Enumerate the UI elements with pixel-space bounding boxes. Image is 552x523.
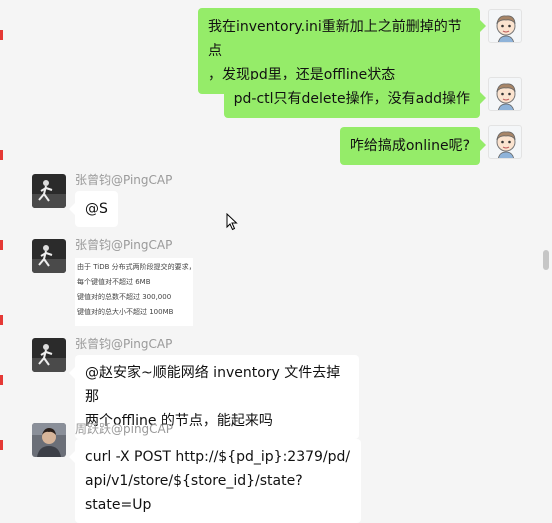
runner-photo-avatar-icon[interactable] bbox=[32, 239, 66, 273]
outgoing-message[interactable]: 咋给搞成online呢? bbox=[339, 127, 487, 165]
image-text-line: 键值对的总大小不超过 100MB bbox=[77, 308, 174, 316]
runner-photo-avatar-icon[interactable] bbox=[32, 338, 66, 372]
sender-name: 周跃跃@pingCAP bbox=[75, 422, 173, 436]
edge-mark bbox=[0, 375, 3, 385]
image-message[interactable]: 由于 TiDB 分布式两阶段提交的要求， 每个键值对不超过 6MB 键值对的总数… bbox=[75, 258, 196, 326]
message-line: @S bbox=[85, 201, 108, 217]
edge-mark bbox=[0, 30, 3, 40]
mouse-cursor-icon bbox=[226, 212, 238, 235]
message-line: curl -X POST http://${pd_ip}:2379/pd/ bbox=[85, 449, 351, 465]
message-line: 我在inventory.ini重新加上之前删掉的节点 bbox=[208, 19, 462, 59]
sender-name: 张曾钧@PingCAP bbox=[75, 173, 173, 187]
cartoon-boy-avatar-icon[interactable] bbox=[488, 125, 522, 159]
message-line: pd-ctl只有delete操作，没有add操作 bbox=[233, 91, 470, 107]
scrollbar-thumb[interactable] bbox=[543, 250, 549, 270]
edge-mark bbox=[0, 315, 3, 325]
cartoon-boy-avatar-icon[interactable] bbox=[488, 77, 522, 111]
edge-mark bbox=[0, 240, 3, 250]
image-text-line: 键值对的总数不超过 300,000 bbox=[77, 293, 172, 301]
image-text-line: 由于 TiDB 分布式两阶段提交的要求， bbox=[77, 263, 196, 271]
edge-mark bbox=[0, 440, 3, 450]
image-text-line: 每个键值对不超过 6MB bbox=[77, 278, 151, 286]
incoming-message[interactable]: curl -X POST http://${pd_ip}:2379/pd/ ap… bbox=[69, 439, 361, 523]
incoming-message[interactable]: @S bbox=[69, 191, 118, 227]
sender-name: 张曾钧@PingCAP bbox=[75, 337, 173, 351]
message-line: api/v1/store/${store_id}/state?state=Up bbox=[85, 473, 303, 513]
edge-mark bbox=[0, 150, 3, 160]
message-line: 咋给搞成online呢? bbox=[349, 138, 470, 154]
cartoon-boy-avatar-icon[interactable] bbox=[488, 9, 522, 43]
left-edge-marks bbox=[0, 0, 3, 503]
message-line: @赵安家~顺能网络 inventory 文件去掉那 bbox=[85, 365, 341, 405]
runner-photo-avatar-icon[interactable] bbox=[32, 174, 66, 208]
outgoing-message[interactable]: pd-ctl只有delete操作，没有add操作 bbox=[223, 80, 487, 118]
person-photo-avatar-icon[interactable] bbox=[32, 423, 66, 457]
sender-name: 张曾钧@PingCAP bbox=[75, 238, 173, 252]
